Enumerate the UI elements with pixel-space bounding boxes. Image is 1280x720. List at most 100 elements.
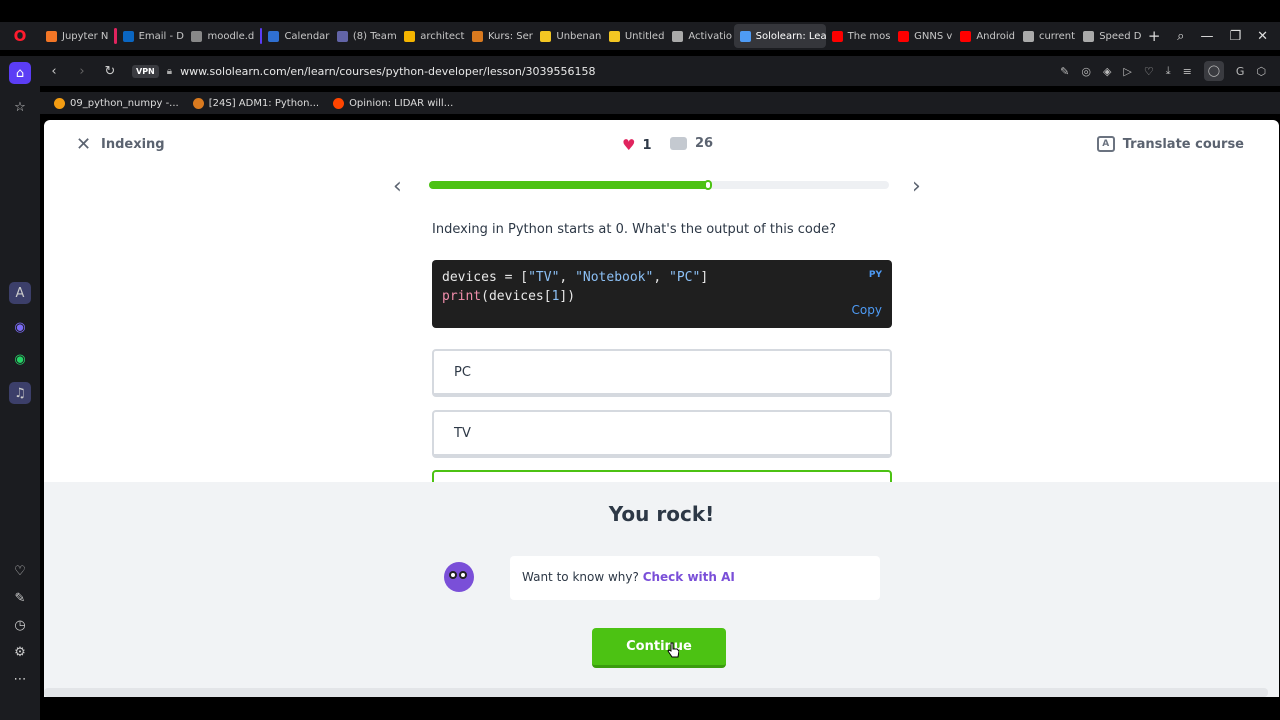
close-lesson-icon[interactable]: ✕ [76, 134, 91, 155]
browser-tab[interactable]: Email - D [117, 24, 186, 48]
reload-icon[interactable]: ↻ [96, 64, 124, 79]
bookmark-item[interactable]: [24S] ADM1: Python... [192, 97, 320, 109]
hearts-counter[interactable]: ♥ 1 [622, 136, 652, 154]
bot-eye-right [459, 571, 467, 579]
next-arrow-icon[interactable]: › [912, 174, 921, 199]
history-icon[interactable]: ◷ [9, 614, 31, 636]
tab-label: Jupyter N [62, 30, 109, 42]
tab-label: Speed D [1099, 30, 1142, 42]
translate-label: Translate course [1122, 136, 1244, 152]
star-icon[interactable]: ☆ [9, 96, 31, 118]
comment-icon [670, 137, 687, 150]
home-icon[interactable]: ⌂ [9, 62, 31, 84]
close-window-icon[interactable]: ✕ [1257, 29, 1268, 44]
translate-icon: A [1096, 136, 1115, 152]
answer-option-pc[interactable]: PC [432, 349, 892, 397]
tab-label: moodle.d [207, 30, 255, 42]
browser-tab[interactable]: Jupyter N [40, 24, 110, 48]
bookmark-label: [24S] ADM1: Python... [208, 97, 320, 109]
code-block: devices = ["TV", "Notebook", "PC"] print… [432, 260, 892, 328]
heart-icon[interactable]: ♡ [9, 560, 31, 582]
browser-tab[interactable]: Calendar [262, 24, 330, 48]
lock-icon[interactable]: 🔒︎ [167, 66, 172, 77]
minimize-icon[interactable]: — [1200, 29, 1213, 44]
extensions-cube-icon[interactable]: ⬡ [1256, 65, 1266, 78]
bookmark-favicon-icon [54, 97, 65, 109]
bookmark-favicon-icon [333, 97, 345, 109]
tab-label: The mos [847, 30, 891, 42]
browser-tab[interactable]: Untitled [603, 24, 666, 48]
code-line-1: devices = ["TV", "Notebook", "PC"] [442, 270, 709, 285]
code-language-badge: PY [868, 270, 882, 280]
question-text: Indexing in Python starts at 0. What's t… [432, 222, 836, 237]
aria-icon[interactable]: A [9, 282, 31, 304]
profile-icon[interactable]: ◯ [1203, 61, 1224, 81]
browser-tab[interactable]: Activatio [666, 24, 733, 48]
answer-option-tv[interactable]: TV [432, 410, 892, 458]
browser-tab[interactable]: Speed D [1077, 24, 1143, 48]
bookmark-item[interactable]: 09_python_numpy -... [54, 97, 179, 109]
tab-favicon-icon [608, 30, 620, 42]
more-icon[interactable]: ⋯ [9, 668, 31, 690]
browser-tab[interactable]: Android [954, 24, 1017, 48]
browser-tab[interactable]: Sololearn: Learn [733, 24, 826, 48]
tab-label: Activatio [688, 30, 733, 42]
browser-tab[interactable]: (8) Team [331, 24, 398, 48]
bot-eye-left [449, 571, 457, 579]
opera-logo-icon[interactable]: O [0, 22, 40, 50]
tab-label: (8) Team [352, 30, 397, 42]
forward-icon[interactable]: › [68, 64, 96, 79]
shield-icon[interactable]: ◈ [1103, 65, 1111, 78]
browser-tab[interactable]: The mos [826, 24, 893, 48]
whatsapp-icon[interactable]: ◉ [9, 348, 31, 370]
tab-label: Sololearn: Learn [755, 30, 826, 42]
comments-button[interactable]: 26 [670, 136, 713, 151]
browser-tab[interactable]: current [1017, 24, 1077, 48]
browser-tab[interactable]: architect [398, 24, 466, 48]
address-bar[interactable]: www.sololearn.com/en/learn/courses/pytho… [180, 65, 1060, 78]
favorite-heart-icon[interactable]: ♡ [1144, 65, 1154, 78]
messenger-icon[interactable]: ◉ [9, 316, 31, 338]
tab-favicon-icon [1083, 30, 1095, 42]
extension-g-icon[interactable]: G [1236, 65, 1245, 78]
window-controls: ⌕ — ❐ ✕ [1165, 29, 1280, 44]
lesson-header: ✕ Indexing ♥ 1 26 A Translate course [44, 120, 1279, 170]
browser-tab[interactable]: moodle.d [185, 24, 255, 48]
continue-button[interactable]: Continue [592, 628, 726, 668]
restore-icon[interactable]: ❐ [1229, 29, 1241, 44]
edit-icon[interactable]: ✎ [9, 587, 31, 609]
result-panel: You rock! Want to know why? Check with A… [44, 482, 1279, 697]
previous-arrow-icon[interactable]: ‹ [393, 174, 402, 199]
new-tab-icon[interactable]: + [1143, 27, 1165, 45]
bookmark-favicon-icon [192, 97, 204, 109]
browser-sidebar: ⌂ ☆ A ◉ ◉ ♫ ♡ ✎ ◷ ⚙ ⋯ [0, 56, 40, 720]
easy-setup-icon[interactable]: ≡ [1183, 65, 1192, 78]
search-tabs-icon[interactable]: ⌕ [1177, 29, 1184, 44]
tab-favicon-icon [122, 30, 134, 42]
toolbar-icons: ✎ ◎ ◈ ▷ ♡ ⤓ ≡ ◯ G ⬡ [1060, 61, 1280, 81]
play-icon[interactable]: ▷ [1123, 65, 1131, 78]
bookmark-item[interactable]: Opinion: LIDAR will... [333, 97, 453, 109]
browser-tab[interactable]: Unbenan [534, 24, 602, 48]
tab-favicon-icon [831, 30, 843, 42]
tab-favicon-icon [1022, 30, 1034, 42]
copy-code-button[interactable]: Copy [852, 303, 882, 317]
translate-course-button[interactable]: A Translate course [1096, 136, 1244, 152]
music-icon[interactable]: ♫ [9, 382, 31, 404]
vpn-badge[interactable]: VPN [132, 64, 159, 78]
check-with-ai-link[interactable]: Check with AI [643, 570, 735, 584]
snapshot-icon[interactable]: ✎ [1060, 65, 1069, 78]
heart-filled-icon: ♥ [622, 136, 636, 154]
browser-tab[interactable]: GNNS v [892, 24, 954, 48]
result-title: You rock! [608, 502, 715, 526]
download-icon[interactable]: ⤓ [1166, 64, 1171, 78]
page-scrollbar[interactable] [44, 688, 1268, 697]
settings-gear-icon[interactable]: ⚙ [9, 641, 31, 663]
camera-icon[interactable]: ◎ [1081, 65, 1091, 78]
back-icon[interactable]: ‹ [40, 64, 68, 79]
browser-tab[interactable]: Kurs: Ser [466, 24, 534, 48]
tab-label: Email - D [138, 30, 185, 42]
comments-count: 26 [695, 136, 714, 151]
bookmark-label: 09_python_numpy -... [70, 97, 179, 109]
tab-label: architect [420, 30, 465, 42]
